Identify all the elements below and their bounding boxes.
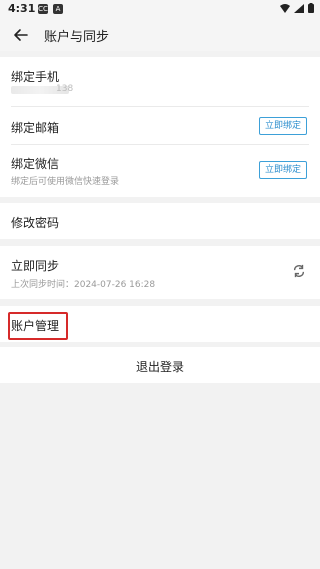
email-row[interactable]: 绑定邮箱 立即绑定 — [0, 107, 320, 144]
logout-button[interactable]: 退出登录 — [0, 347, 320, 383]
last-sync-time: 上次同步时间：2024-07-26 16:28 — [11, 280, 156, 290]
wifi-icon — [280, 3, 290, 13]
page-title: 账户与同步 — [44, 30, 110, 45]
wechat-label: 绑定微信 — [11, 157, 60, 171]
password-card[interactable]: 修改密码 — [0, 203, 320, 239]
phone-value-tail: 138 — [56, 84, 74, 94]
bind-email-button[interactable]: 立即绑定 — [258, 117, 307, 135]
battery-icon — [308, 3, 314, 13]
signal-icon — [294, 3, 304, 13]
bind-wechat-button[interactable]: 立即绑定 — [258, 161, 307, 179]
email-label: 绑定邮箱 — [11, 121, 60, 135]
sync-icon[interactable] — [292, 264, 306, 278]
phone-label: 绑定手机 — [11, 70, 60, 84]
arrow-left-icon[interactable] — [12, 26, 30, 44]
sync-label: 立即同步 — [11, 259, 60, 273]
change-password-label: 修改密码 — [11, 216, 60, 230]
status-bar: 4:31 CC A — [0, 0, 320, 18]
logout-label: 退出登录 — [135, 360, 184, 374]
app-bar: 账户与同步 — [0, 18, 320, 51]
binding-card: 绑定手机 绑定邮箱 立即绑定 绑定微信 绑定后可使用微信快速登录 立即绑定 — [0, 57, 320, 197]
wechat-subtitle: 绑定后可使用微信快速登录 — [11, 177, 120, 187]
highlight-box — [8, 312, 68, 340]
status-time: 4:31 — [8, 2, 36, 15]
wechat-row[interactable]: 绑定微信 绑定后可使用微信快速登录 立即绑定 — [0, 145, 320, 197]
status-icons — [280, 3, 314, 13]
phone-row[interactable]: 绑定手机 — [0, 57, 320, 107]
a-badge-icon: A — [53, 4, 63, 14]
sync-card[interactable]: 立即同步 上次同步时间：2024-07-26 16:28 — [0, 246, 320, 299]
cc-badge-icon: CC — [38, 4, 48, 14]
